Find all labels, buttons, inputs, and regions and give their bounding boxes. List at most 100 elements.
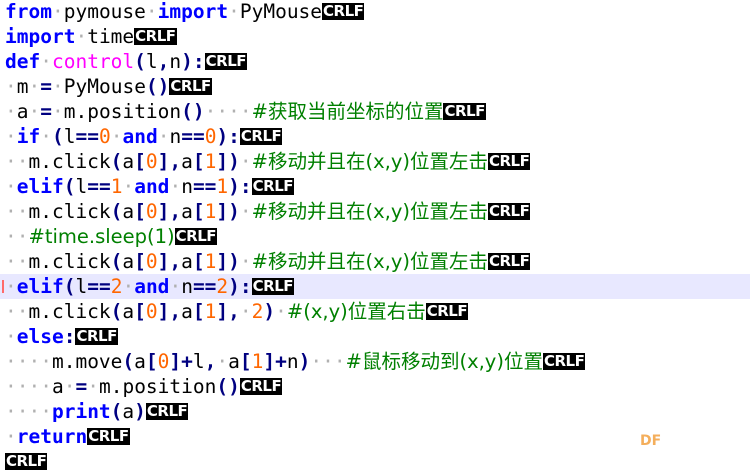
crlf-marker: CRLF bbox=[487, 152, 531, 170]
number: 1 bbox=[204, 300, 217, 323]
keyword: else bbox=[16, 325, 64, 348]
identifier: a bbox=[122, 250, 135, 273]
whitespace-marker: · bbox=[28, 100, 41, 123]
code-line[interactable]: ·else:CRLF bbox=[0, 324, 750, 349]
operator: = bbox=[40, 100, 52, 123]
whitespace-marker: · bbox=[52, 75, 64, 98]
whitespace-marker: ·· bbox=[5, 200, 29, 223]
number: 2 bbox=[110, 275, 123, 298]
whitespace-marker: · bbox=[52, 100, 64, 123]
code-editor[interactable]: from·pymouse·import·PyMouseCRLF import·ti… bbox=[0, 0, 750, 472]
crlf-marker: CRLF bbox=[322, 2, 365, 20]
code-line[interactable]: ··m.click(a[0],a[1])·#移动并且在(x,y)位置左击CRLF bbox=[0, 199, 750, 224]
code-line[interactable]: ··m.click(a[0],a[1])·#移动并且在(x,y)位置左击CRLF bbox=[0, 149, 750, 174]
identifier: m bbox=[16, 75, 29, 98]
number: 1 bbox=[251, 350, 264, 373]
identifier: PyMouse bbox=[63, 75, 146, 98]
whitespace-marker: · bbox=[239, 300, 252, 323]
whitespace-marker: ···· bbox=[5, 375, 52, 398]
operator: ) bbox=[298, 350, 311, 373]
operator: == bbox=[87, 275, 111, 298]
whitespace-marker: · bbox=[40, 50, 52, 73]
whitespace-marker: · bbox=[110, 125, 123, 148]
whitespace-marker: · bbox=[28, 75, 41, 98]
identifier: a bbox=[16, 100, 29, 123]
code-text: ····a·=·m.position()CRLF bbox=[5, 374, 283, 399]
number: 0 bbox=[145, 250, 158, 273]
comment: #移动并且在(x,y)位置左击 bbox=[251, 150, 488, 173]
whitespace-marker: ···· bbox=[5, 400, 52, 423]
identifier: a bbox=[181, 300, 193, 323]
code-line[interactable]: ····a·=·m.position()CRLF bbox=[0, 374, 750, 399]
crlf-marker: CRLF bbox=[174, 227, 218, 245]
number: 0 bbox=[145, 200, 158, 223]
identifier: a bbox=[181, 250, 193, 273]
identifier: n bbox=[181, 175, 193, 198]
operator: () bbox=[216, 375, 240, 398]
operator: [ bbox=[134, 300, 146, 323]
code-text: from·pymouse·import·PyMouseCRLF bbox=[5, 0, 365, 24]
operator: ): bbox=[228, 275, 252, 298]
whitespace-marker: · bbox=[157, 125, 170, 148]
code-text: ·returnCRLF bbox=[5, 424, 130, 449]
operator: = bbox=[75, 375, 88, 398]
code-line[interactable]: ·if·(l==0·and·n==0):CRLF bbox=[0, 124, 750, 149]
code-line[interactable]: import·timeCRLF bbox=[0, 24, 750, 49]
number: 2 bbox=[251, 300, 264, 323]
code-text: ·a·=·m.position()····#获取当前坐标的位置CRLF bbox=[5, 99, 486, 124]
identifier: a bbox=[181, 150, 193, 173]
crlf-marker: CRLF bbox=[145, 402, 189, 420]
code-line[interactable]: ·a·=·m.position()····#获取当前坐标的位置CRLF bbox=[0, 99, 750, 124]
identifier: l bbox=[75, 175, 88, 198]
identifier: n bbox=[181, 275, 193, 298]
whitespace-marker: · bbox=[275, 300, 287, 323]
code-line[interactable]: ··#time.sleep(1)CRLF bbox=[0, 224, 750, 249]
whitespace-marker: · bbox=[239, 200, 252, 223]
identifier: m.click bbox=[28, 150, 111, 173]
keyword: if bbox=[16, 125, 41, 148]
identifier: m.click bbox=[28, 300, 111, 323]
operator: ( bbox=[110, 300, 123, 323]
operator: [ bbox=[145, 350, 158, 373]
crlf-marker: CRLF bbox=[134, 27, 177, 45]
code-text: ··#time.sleep(1)CRLF bbox=[5, 224, 218, 249]
number: 0 bbox=[204, 125, 217, 148]
whitespace-marker: · bbox=[63, 375, 76, 398]
code-line[interactable]: def·control(l,n):CRLF bbox=[0, 49, 750, 74]
code-line[interactable]: CRLF bbox=[0, 449, 750, 474]
operator: [ bbox=[192, 200, 205, 223]
whitespace-marker: · bbox=[5, 275, 17, 298]
whitespace-marker: · bbox=[5, 325, 17, 348]
whitespace-marker: · bbox=[5, 100, 17, 123]
whitespace-marker: · bbox=[5, 125, 17, 148]
code-line[interactable]: ··m.click(a[0],a[1],·2)·#(x,y)位置右击CRLF bbox=[0, 299, 750, 324]
code-line[interactable]: ··m.click(a[0],a[1])·#移动并且在(x,y)位置左击CRLF bbox=[0, 249, 750, 274]
operator: [ bbox=[134, 150, 146, 173]
code-text: def·control(l,n):CRLF bbox=[5, 49, 248, 74]
operator: == bbox=[87, 175, 111, 198]
code-line[interactable]: ·m·=·PyMouse()CRLF bbox=[0, 74, 750, 99]
code-line[interactable]: ····print(a)CRLF bbox=[0, 399, 750, 424]
number: 1 bbox=[204, 250, 217, 273]
operator: ], bbox=[157, 150, 182, 173]
code-line[interactable]: ·elif(l==2·and·n==2):CRLF bbox=[0, 274, 750, 299]
code-line[interactable]: ·elif(l==1·and·n==1):CRLF bbox=[0, 174, 750, 199]
operator: ], bbox=[216, 300, 240, 323]
code-text: ··m.click(a[0],a[1])·#移动并且在(x,y)位置左击CRLF bbox=[5, 199, 531, 224]
code-line[interactable]: ·returnCRLF bbox=[0, 424, 750, 449]
code-line[interactable]: from·pymouse·import·PyMouseCRLF bbox=[0, 0, 750, 24]
whitespace-marker: · bbox=[122, 175, 135, 198]
identifier: time bbox=[87, 25, 135, 48]
identifier: l bbox=[192, 350, 205, 373]
whitespace-marker: · bbox=[40, 125, 52, 148]
identifier: m.click bbox=[28, 200, 111, 223]
whitespace-marker: · bbox=[145, 0, 158, 23]
whitespace-marker: ···· bbox=[5, 350, 52, 373]
operator: ): bbox=[228, 175, 252, 198]
identifier: a bbox=[134, 350, 146, 373]
keyword: import bbox=[157, 0, 229, 23]
comment: #(x,y)位置右击 bbox=[286, 300, 426, 323]
code-line[interactable]: ····m.move(a[0]+l,·a[1]+n)···#鼠标移动到(x,y)… bbox=[0, 349, 750, 374]
whitespace-marker: ·· bbox=[5, 300, 29, 323]
crlf-marker: CRLF bbox=[5, 452, 48, 470]
